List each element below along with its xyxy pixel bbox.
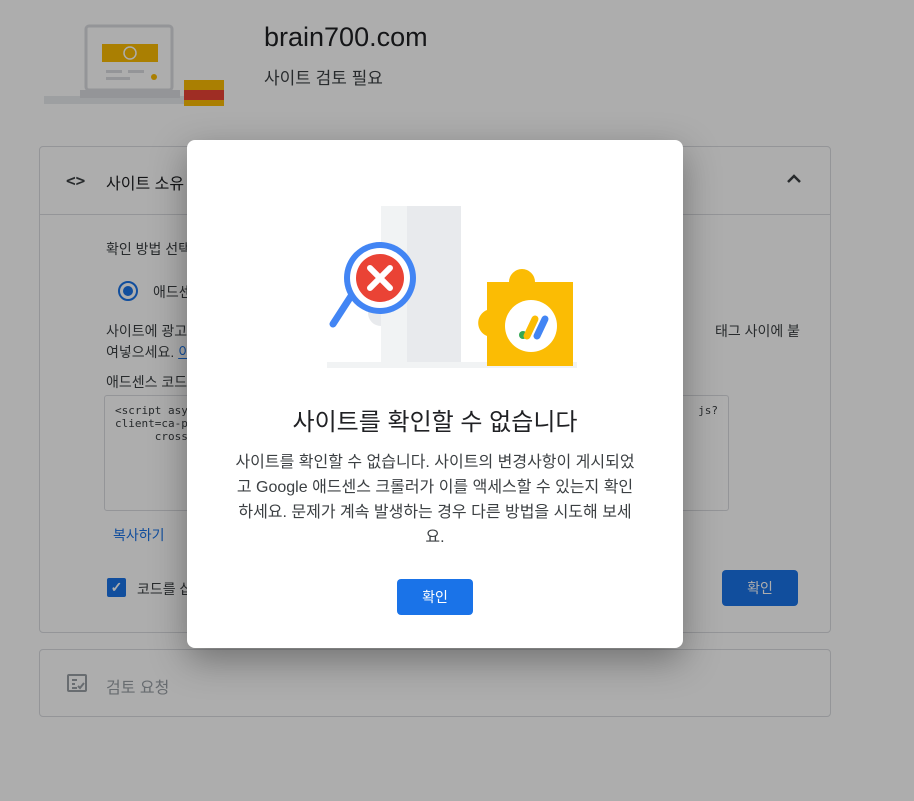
adsense-logo-icon: [478, 269, 573, 366]
verification-error-dialog: 사이트를 확인할 수 없습니다 사이트를 확인할 수 없습니다. 사이트의 변경…: [187, 140, 683, 648]
dialog-title: 사이트를 확인할 수 없습니다: [292, 409, 578, 436]
verification-error-illustration: [327, 206, 577, 368]
confirm-button[interactable]: 확인: [397, 579, 473, 615]
dialog-body: 사이트를 확인할 수 없습니다. 사이트의 변경사항이 게시되었고 Google…: [235, 454, 635, 546]
